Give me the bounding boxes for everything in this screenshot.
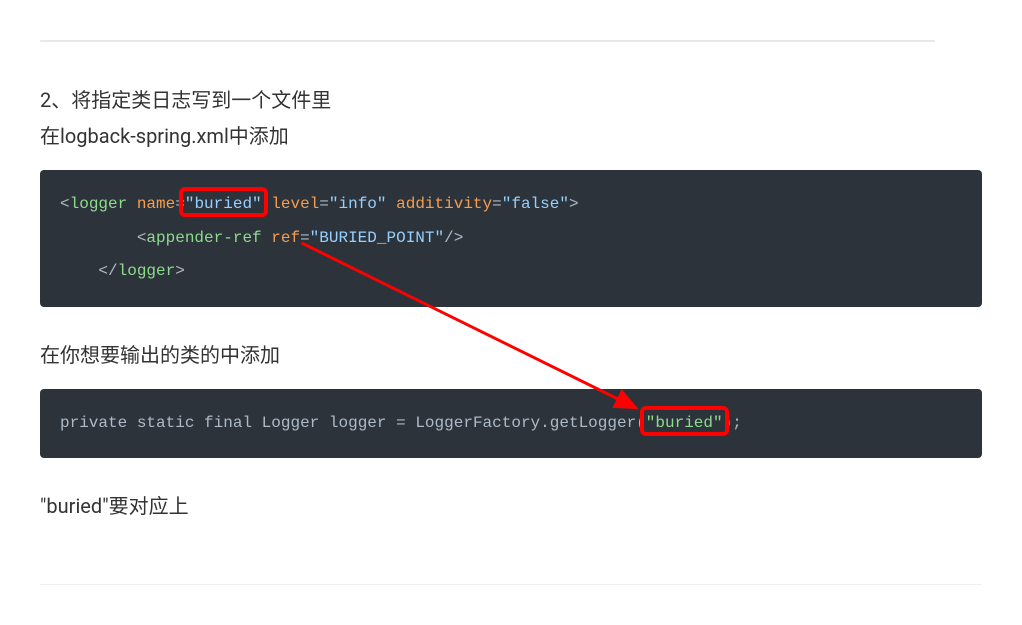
code-punct: >	[569, 195, 579, 213]
code-eq: =	[396, 414, 406, 432]
code-semi: ;	[732, 414, 742, 432]
code-punct: <	[60, 195, 70, 213]
code-attr: name	[137, 195, 175, 213]
code-val: "info"	[329, 195, 387, 213]
code-paren: )	[723, 414, 733, 432]
code-sp	[387, 414, 397, 432]
code-kw: static	[137, 414, 195, 432]
code-val: "BURIED_POINT"	[310, 229, 444, 247]
code-tag: logger	[118, 262, 176, 280]
code-indent	[60, 229, 137, 247]
code-sp	[127, 414, 137, 432]
divider	[40, 584, 982, 585]
paragraph-2: 在你想要输出的类的中添加	[40, 337, 982, 373]
code-eq: =	[319, 195, 329, 213]
code-eq: =	[175, 195, 185, 213]
code-indent	[60, 262, 98, 280]
code-block-java: private static final Logger logger = Log…	[40, 389, 982, 459]
code-sp	[387, 195, 397, 213]
code-punct: />	[444, 229, 463, 247]
paragraph-1: 2、将指定类日志写到一个文件里 在logback-spring.xml中添加	[40, 82, 982, 154]
content-wrap: 2、将指定类日志写到一个文件里 在logback-spring.xml中添加 <…	[40, 82, 982, 524]
code-sp	[319, 414, 329, 432]
code-eq: =	[300, 229, 310, 247]
code-attr: ref	[271, 229, 300, 247]
code-type: LoggerFactory	[415, 414, 540, 432]
code-sp	[127, 195, 137, 213]
code-sp	[194, 414, 204, 432]
code-tag: appender-ref	[146, 229, 261, 247]
code-method: getLogger	[550, 414, 636, 432]
code-sp	[406, 414, 416, 432]
code-val: "false"	[502, 195, 569, 213]
code-block-xml: <logger name="buried" level="info" addit…	[40, 170, 982, 307]
code-punct: <	[137, 229, 147, 247]
code-punct: </	[98, 262, 117, 280]
code-dot: .	[540, 414, 550, 432]
code-attr: level	[271, 195, 319, 213]
code-val-buried: "buried"	[185, 195, 262, 213]
code-kw: final	[204, 414, 252, 432]
code-var: logger	[329, 414, 387, 432]
code-type: Logger	[262, 414, 320, 432]
code-attr: additivity	[396, 195, 492, 213]
top-strip	[40, 40, 935, 42]
code-paren: (	[636, 414, 646, 432]
code-eq: =	[492, 195, 502, 213]
code-punct: >	[175, 262, 185, 280]
para1-line2: 在logback-spring.xml中添加	[40, 124, 289, 148]
paragraph-3: "buried"要对应上	[40, 488, 982, 524]
code-sp	[262, 195, 272, 213]
code-kw: private	[60, 414, 127, 432]
code-tag: logger	[70, 195, 128, 213]
code-sp	[262, 229, 272, 247]
code-sp	[252, 414, 262, 432]
para1-line1: 2、将指定类日志写到一个文件里	[40, 88, 331, 112]
code-str-buried: "buried"	[646, 414, 723, 432]
